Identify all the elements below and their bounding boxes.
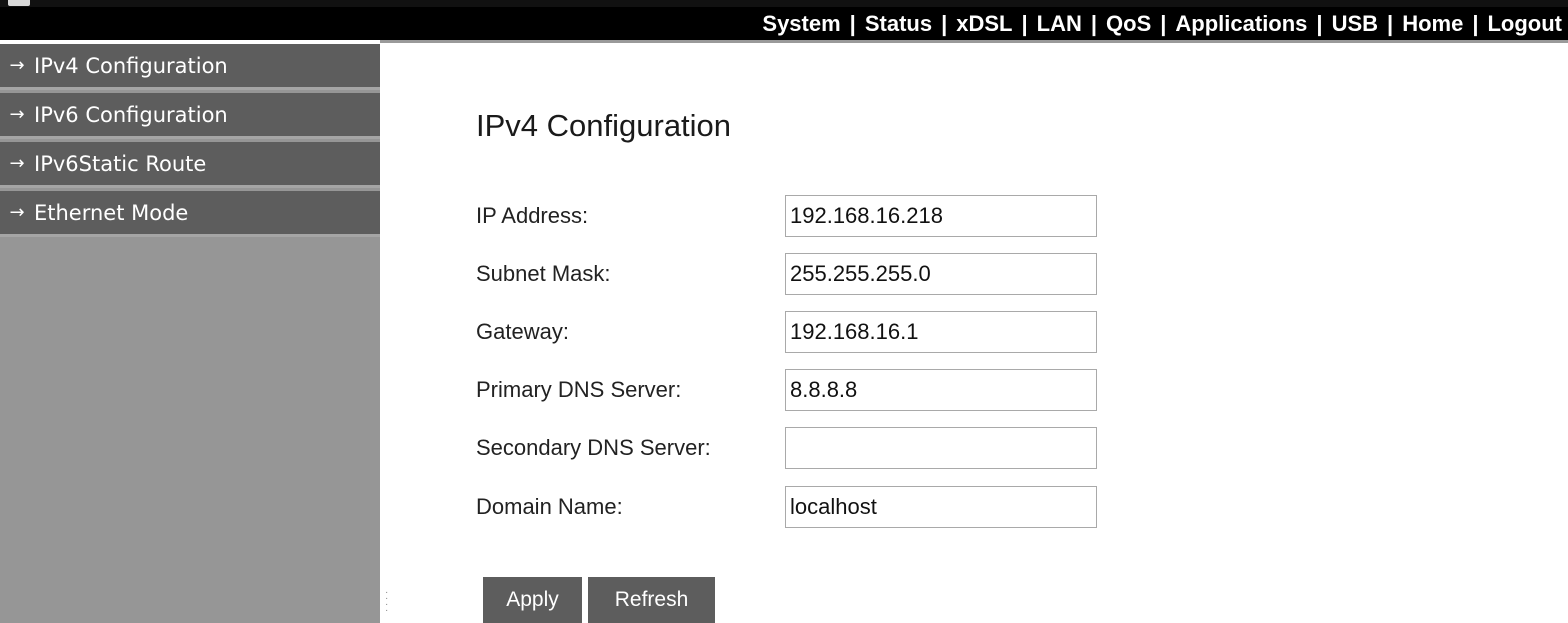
- nav-separator: |: [941, 11, 948, 36]
- gateway-label: Gateway:: [476, 319, 569, 344]
- ip-address-input[interactable]: [785, 195, 1097, 237]
- nav-status[interactable]: Status: [865, 11, 932, 37]
- nav-separator: |: [849, 11, 856, 36]
- nav-lan[interactable]: LAN: [1037, 11, 1082, 37]
- topbar-underline: [380, 40, 1568, 43]
- apply-button[interactable]: Apply: [483, 577, 582, 623]
- sidebar-item-ipv4-configuration[interactable]: → IPv4 Configuration: [0, 44, 380, 90]
- top-nav-menu: System | Status | xDSL | LAN | QoS | App…: [762, 9, 1562, 39]
- arrow-right-icon: →: [9, 153, 25, 174]
- refresh-button[interactable]: Refresh: [588, 577, 715, 623]
- subnet-mask-input[interactable]: [785, 253, 1097, 295]
- ip-address-label: IP Address:: [476, 203, 589, 228]
- domain-name-input[interactable]: [785, 486, 1097, 528]
- nav-logout[interactable]: Logout: [1487, 11, 1562, 37]
- topbar-nub: [8, 0, 30, 6]
- nav-system[interactable]: System: [762, 11, 840, 37]
- gateway-input[interactable]: [785, 311, 1097, 353]
- arrow-right-icon: →: [9, 55, 25, 76]
- nav-separator: |: [1090, 11, 1098, 36]
- nav-separator: |: [1316, 11, 1323, 36]
- sidebar-item-label: IPv6Static Route: [34, 151, 207, 176]
- secondary-dns-label: Secondary DNS Server:: [476, 435, 711, 460]
- nav-separator: |: [1021, 11, 1028, 36]
- secondary-dns-input[interactable]: [785, 427, 1097, 469]
- arrow-right-icon: →: [9, 104, 25, 125]
- sidebar-item-ipv6-static-route[interactable]: → IPv6Static Route: [0, 142, 380, 188]
- nav-qos[interactable]: QoS: [1106, 11, 1151, 37]
- nav-separator: |: [1387, 11, 1394, 36]
- nav-separator: |: [1472, 11, 1479, 36]
- nav-usb[interactable]: USB: [1332, 11, 1378, 37]
- primary-dns-input[interactable]: [785, 369, 1097, 411]
- arrow-right-icon: →: [9, 202, 25, 223]
- sidebar-item-ipv6-configuration[interactable]: → IPv6 Configuration: [0, 93, 380, 139]
- sidebar-item-label: Ethernet Mode: [34, 200, 189, 225]
- sidebar: → IPv4 Configuration → IPv6 Configuratio…: [0, 44, 380, 623]
- domain-name-label: Domain Name:: [476, 494, 623, 519]
- sidebar-resize-handle[interactable]: · · · ·: [385, 588, 389, 620]
- nav-applications[interactable]: Applications: [1175, 11, 1307, 37]
- nav-xdsl[interactable]: xDSL: [956, 11, 1012, 37]
- primary-dns-label: Primary DNS Server:: [476, 377, 682, 402]
- sidebar-item-label: IPv6 Configuration: [34, 102, 228, 127]
- nav-home[interactable]: Home: [1402, 11, 1463, 37]
- sidebar-item-label: IPv4 Configuration: [34, 53, 228, 78]
- top-navigation-bar: System | Status | xDSL | LAN | QoS | App…: [0, 0, 1568, 44]
- page-title: IPv4 Configuration: [476, 108, 732, 143]
- sidebar-item-ethernet-mode[interactable]: → Ethernet Mode: [0, 191, 380, 237]
- subnet-mask-label: Subnet Mask:: [476, 261, 611, 286]
- nav-separator: |: [1160, 11, 1167, 36]
